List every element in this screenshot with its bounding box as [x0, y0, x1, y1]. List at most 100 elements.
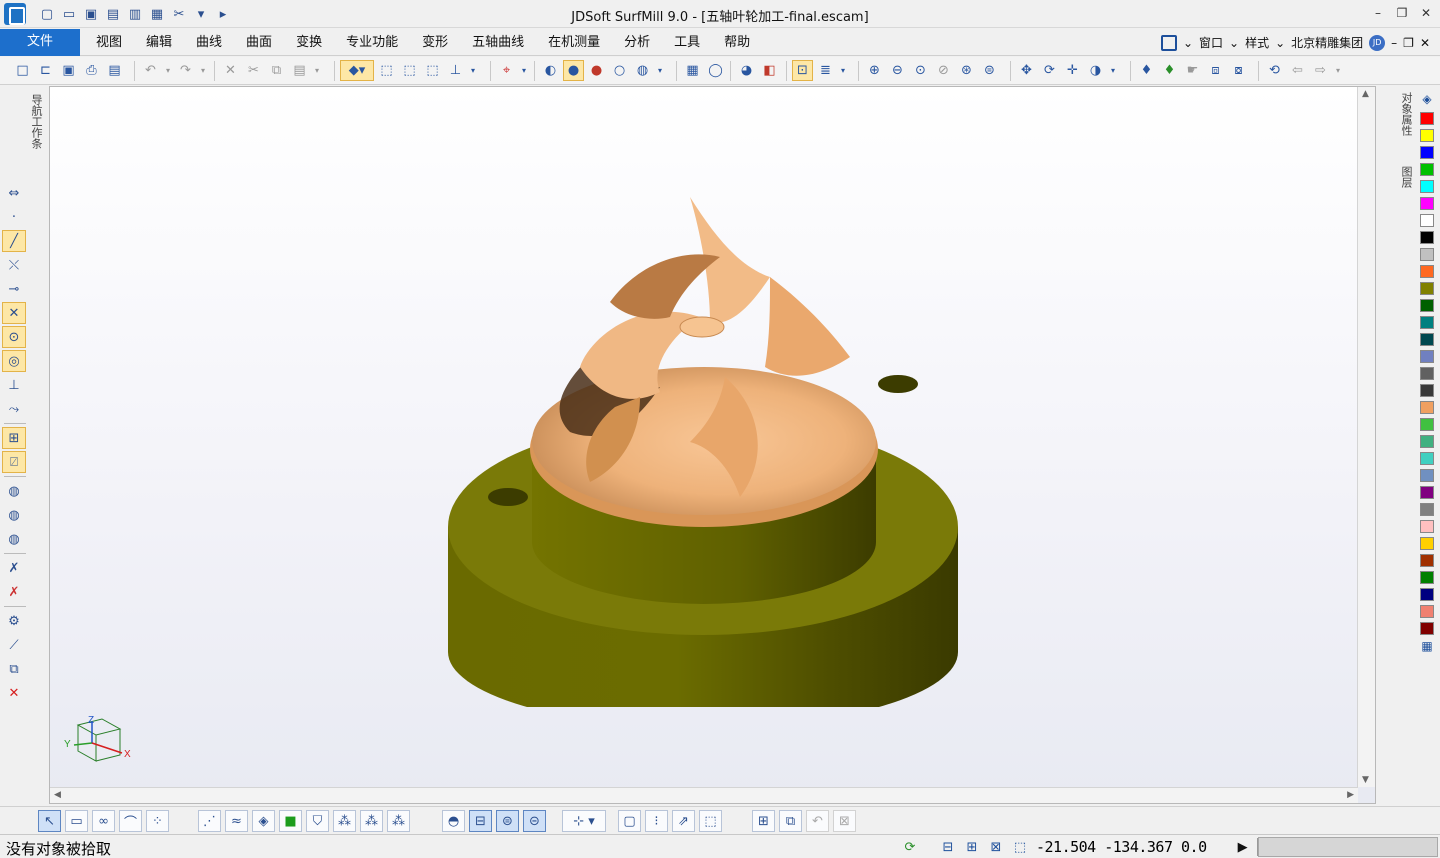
render-color-icon[interactable]: ●	[586, 60, 607, 81]
material-icon[interactable]: ◧	[759, 60, 780, 81]
color-swatch[interactable]	[1420, 350, 1434, 363]
open-icon[interactable]: ⊏	[35, 60, 56, 81]
menu-item[interactable]: 编辑	[134, 29, 184, 56]
select-point-icon[interactable]: ⁘	[146, 810, 169, 832]
redo-icon[interactable]: ↷	[175, 60, 196, 81]
measure-icon[interactable]: ⍁	[2, 451, 26, 473]
color-swatch[interactable]	[1420, 282, 1434, 295]
cycle-icon[interactable]: ◎	[2, 350, 26, 372]
grid-b-icon[interactable]: ⧉	[779, 810, 802, 832]
view-a-icon[interactable]: ◓	[442, 810, 465, 832]
grid-a-icon[interactable]: ⊞	[752, 810, 775, 832]
bend-icon[interactable]: ⤳	[2, 398, 26, 420]
menu-item[interactable]: 曲线	[184, 29, 234, 56]
globe-icon[interactable]: ◕	[736, 60, 757, 81]
play-icon[interactable]: ▶	[1233, 838, 1253, 856]
minimize-icon[interactable]: –	[1391, 36, 1397, 50]
zoom-fit-icon[interactable]: ⊛	[956, 60, 977, 81]
close-icon[interactable]: ✕	[1418, 4, 1434, 22]
layer-cube-icon[interactable]: ▦	[682, 60, 703, 81]
select-filter-icon[interactable]: ⌖	[496, 60, 517, 81]
color-swatch[interactable]	[1420, 146, 1434, 159]
light-green-icon[interactable]: ♦	[1159, 60, 1180, 81]
color-swatch[interactable]	[1420, 231, 1434, 244]
snap-curve-icon[interactable]: ≈	[225, 810, 248, 832]
tab-object-properties[interactable]: 对象属性	[1398, 92, 1413, 136]
horizontal-scrollbar[interactable]: ◀ ▶	[50, 787, 1358, 803]
render-mode-icon[interactable]: ◍	[632, 60, 653, 81]
sphere-outline-icon[interactable]: ◯	[705, 60, 726, 81]
ellipse-icon[interactable]: ◍	[2, 480, 26, 502]
back-arrow-icon[interactable]: ⇦	[1287, 60, 1308, 81]
color-swatch[interactable]	[1420, 112, 1434, 125]
menu-item[interactable]: 帮助	[712, 29, 762, 56]
undo-icon[interactable]: ↶	[140, 60, 161, 81]
color-swatch[interactable]	[1420, 537, 1434, 550]
snap-surface-icon[interactable]: ◈	[252, 810, 275, 832]
color-swatch[interactable]	[1420, 367, 1434, 380]
color-swatch[interactable]	[1420, 180, 1434, 193]
render-outline-icon[interactable]: ○	[609, 60, 630, 81]
frame-a-icon[interactable]: ▢	[618, 810, 641, 832]
color-swatch[interactable]	[1420, 316, 1434, 329]
view-front-icon[interactable]: ⬚	[376, 60, 397, 81]
frame-icon[interactable]: ⬚	[1010, 838, 1030, 856]
new-icon[interactable]: □	[12, 60, 33, 81]
color-swatch[interactable]	[1420, 605, 1434, 618]
paste-icon[interactable]: ▤	[289, 60, 310, 81]
undo-icon[interactable]: ↶	[806, 810, 829, 832]
orbit-icon[interactable]: ◑	[1085, 60, 1106, 81]
group-icon[interactable]: ⚙	[2, 610, 26, 632]
box-x-icon[interactable]: ⊠	[986, 838, 1006, 856]
refresh-icon[interactable]: ⟲	[1264, 60, 1285, 81]
select-arrow-icon[interactable]: ↖	[38, 810, 61, 832]
point-icon[interactable]: ⊸	[2, 278, 26, 300]
menu-item[interactable]: 曲面	[234, 29, 284, 56]
chevron-down-icon[interactable]: ⌄	[1275, 36, 1285, 50]
delete-trim-icon[interactable]: ✗	[2, 581, 26, 603]
snap-green-icon[interactable]: ■	[279, 810, 302, 832]
color-swatch[interactable]	[1420, 418, 1434, 431]
hand-icon[interactable]: ☛	[1182, 60, 1203, 81]
chevron-down-icon[interactable]: ▾	[312, 60, 322, 81]
dot-icon[interactable]: ·	[2, 206, 26, 228]
color-swatch[interactable]	[1420, 588, 1434, 601]
render-wire-icon[interactable]: ◐	[540, 60, 561, 81]
link-icon[interactable]: ⟋	[2, 634, 26, 656]
menu-item[interactable]: 在机测量	[536, 29, 612, 56]
select-box-icon[interactable]: ▭	[65, 810, 88, 832]
curve-icon[interactable]: ⤬	[2, 254, 26, 276]
user-badge[interactable]: JD	[1369, 34, 1386, 51]
pan-icon[interactable]: ✥	[1016, 60, 1037, 81]
tab-layers[interactable]: 图层	[1398, 166, 1413, 188]
color-swatch[interactable]	[1420, 503, 1434, 516]
color-swatch[interactable]	[1420, 299, 1434, 312]
frame-fit-icon[interactable]: ⧇	[1228, 60, 1249, 81]
menu-item[interactable]: 分析	[612, 29, 662, 56]
restore-icon[interactable]: ❐	[1394, 4, 1410, 22]
zoom-prev-icon[interactable]: ⊘	[933, 60, 954, 81]
color-swatch[interactable]	[1420, 571, 1434, 584]
chevron-down-icon[interactable]: ▾	[1108, 60, 1118, 81]
print-icon[interactable]: ⎙	[81, 60, 102, 81]
plus-grid-icon[interactable]: ⊞	[962, 838, 982, 856]
color-swatch[interactable]	[1420, 435, 1434, 448]
chevron-down-icon[interactable]: ⌄	[1183, 36, 1193, 50]
ellipse-c-icon[interactable]: ◍	[2, 528, 26, 550]
trim-icon[interactable]: ✗	[2, 557, 26, 579]
rotate-icon[interactable]: ⟳	[1039, 60, 1060, 81]
menu-item[interactable]: 工具	[662, 29, 712, 56]
zoom-window-icon[interactable]: ⊙	[910, 60, 931, 81]
view-b-icon[interactable]: ⊟	[469, 810, 492, 832]
color-swatch[interactable]	[1420, 486, 1434, 499]
snap-node-icon[interactable]: ⁂	[333, 810, 356, 832]
color-swatch[interactable]	[1420, 554, 1434, 567]
color-swatch[interactable]	[1420, 197, 1434, 210]
circle-icon[interactable]: ⊙	[2, 326, 26, 348]
view-d-icon[interactable]: ⊝	[523, 810, 546, 832]
left-nav-tab[interactable]: 导航工作条	[0, 86, 48, 166]
scroll-left-icon[interactable]: ◀	[54, 790, 61, 800]
chevron-down-icon[interactable]: ▾	[655, 60, 665, 81]
chevron-down-icon[interactable]: ▾	[838, 60, 848, 81]
color-swatch[interactable]	[1420, 452, 1434, 465]
